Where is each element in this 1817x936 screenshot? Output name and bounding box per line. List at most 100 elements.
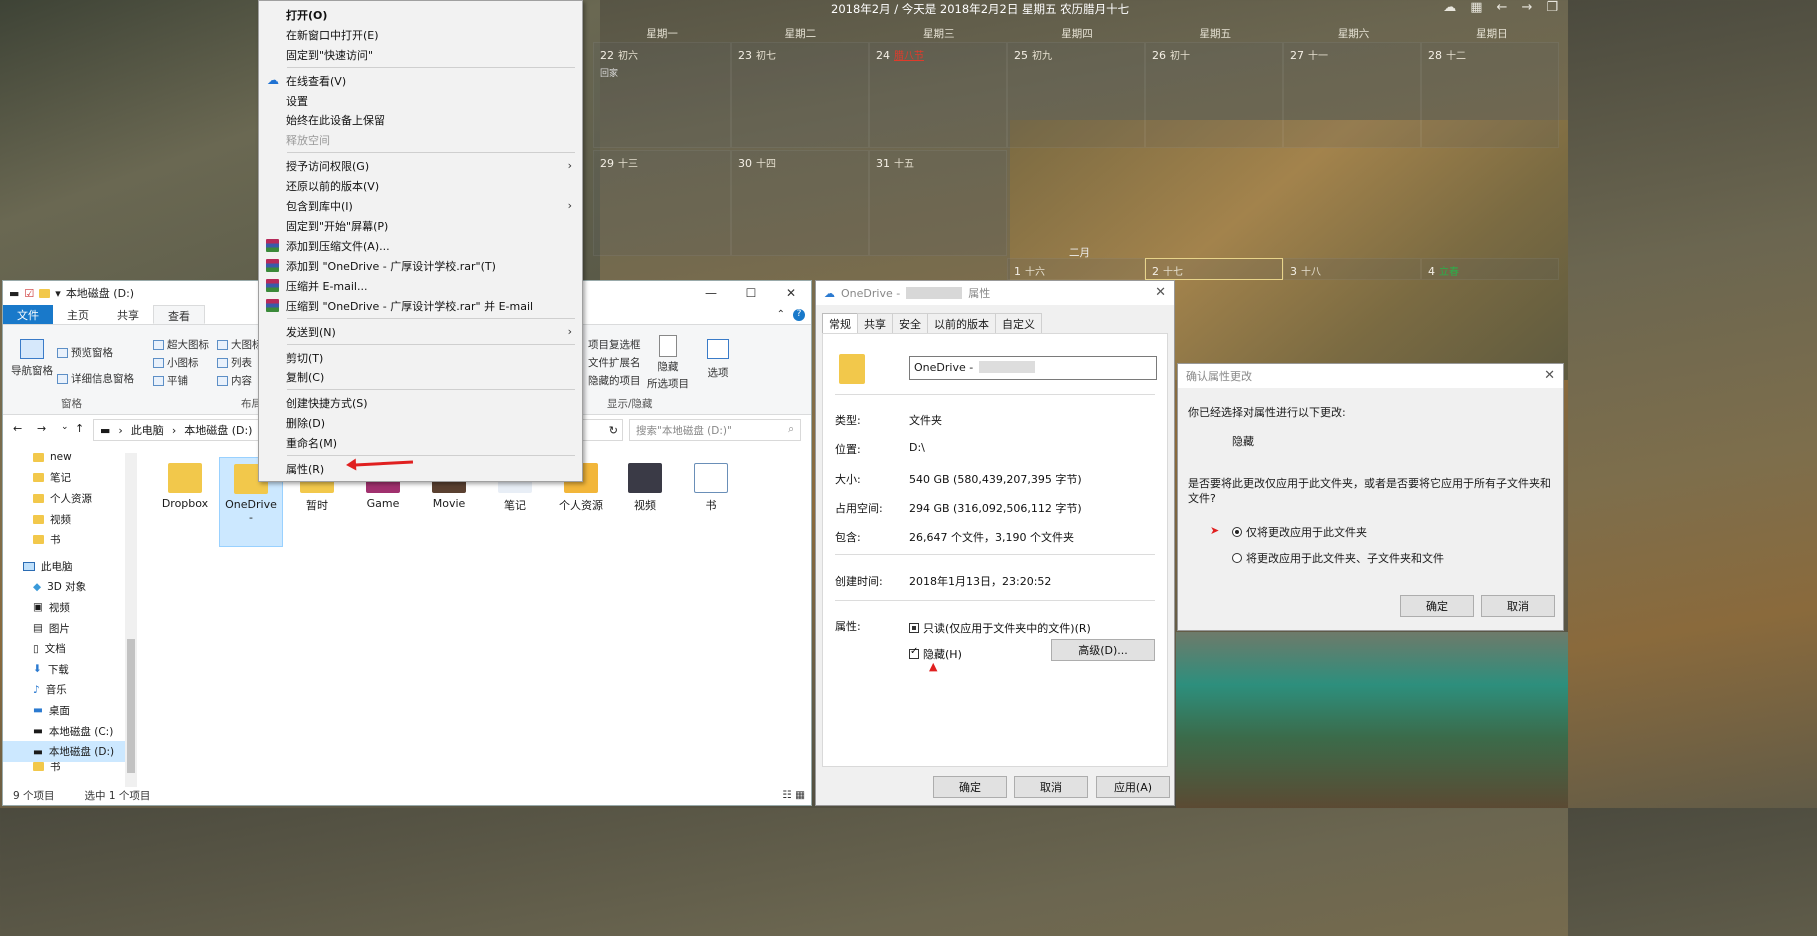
search-input[interactable]: 搜索"本地磁盘 (D:)" ⌕ [629, 419, 801, 441]
nav-item[interactable]: ▬ 桌面 [3, 700, 137, 721]
calendar-day-cell[interactable]: 27 十一 [1283, 42, 1421, 148]
back-icon[interactable]: ← [13, 422, 22, 435]
nav-item-selected[interactable]: ▬ 本地磁盘 (D:) [3, 741, 137, 762]
tiles-button[interactable]: 平铺 [153, 373, 188, 388]
calendar-day-cell[interactable]: 26 初十 [1145, 42, 1283, 148]
menu-item-copy[interactable]: 复制(C) [286, 367, 324, 387]
menu-item-open-new-window[interactable]: 在新窗口中打开(E) [286, 25, 379, 45]
nav-item-partial[interactable]: 书 [3, 762, 137, 772]
advanced-button[interactable]: 高级(D)... [1051, 639, 1155, 661]
menu-item-create-shortcut[interactable]: 创建快捷方式(S) [286, 393, 368, 413]
item-checkboxes-option[interactable]: 项目复选框 [588, 337, 641, 352]
nav-item[interactable]: ♪ 音乐 [3, 680, 137, 701]
tab-home[interactable]: 主页 [53, 305, 103, 324]
menu-item-pin-quick-access[interactable]: 固定到"快速访问" [286, 45, 373, 65]
menu-item-keep-on-device[interactable]: 始终在此设备上保留 [286, 110, 385, 130]
maximize-button[interactable]: ☐ [731, 281, 771, 305]
large-icons-button[interactable]: 大图标 [217, 337, 263, 352]
customize-quick-access-icon[interactable]: ▾ [55, 287, 61, 300]
refresh-icon[interactable]: ↻ [609, 424, 622, 437]
hide-selected-button[interactable]: 隐藏 所选项目 [647, 335, 689, 391]
help-icon[interactable]: ? [793, 309, 805, 321]
apply-button[interactable]: 应用(A) [1096, 776, 1170, 798]
menu-item-pin-start[interactable]: 固定到"开始"屏幕(P) [286, 216, 388, 236]
calendar-day-cell[interactable]: 30 十四 [731, 150, 869, 256]
calendar-day-cell[interactable]: 4 立春 [1421, 258, 1559, 280]
preview-pane-button[interactable]: 预览窗格 [57, 345, 113, 360]
calendar-icon[interactable]: ▦ [1470, 0, 1482, 15]
readonly-checkbox[interactable]: 只读(仅应用于文件夹中的文件)(R) [909, 620, 1091, 636]
calendar-today-cell[interactable]: 2 十七 [1145, 258, 1283, 280]
menu-item-add-archive[interactable]: 添加到压缩文件(A)... [286, 236, 390, 256]
nav-item[interactable]: ▣ 视频 [3, 597, 137, 618]
menu-item-open[interactable]: 打开(O) [286, 5, 327, 25]
calendar-day-cell[interactable]: 28 十二 [1421, 42, 1559, 148]
back-arrow-icon[interactable]: ← [1497, 0, 1508, 15]
nav-folder[interactable]: 书 [3, 529, 137, 550]
calendar-day-cell[interactable]: 22 初六 回家 [593, 42, 731, 148]
xl-icons-button[interactable]: 超大图标 [153, 337, 209, 352]
ok-button[interactable]: 确定 [1400, 595, 1474, 617]
hidden-items-option[interactable]: 隐藏的项目 [588, 373, 641, 388]
menu-item-include-library[interactable]: 包含到库中(I) [286, 196, 353, 216]
folder-icon[interactable] [39, 288, 51, 298]
calendar-day-cell[interactable]: 24 腊八节 [869, 42, 1007, 148]
menu-item-grant-access[interactable]: 授予访问权限(G) [286, 156, 369, 176]
cancel-button[interactable]: 取消 [1481, 595, 1555, 617]
calendar-day-cell[interactable]: 23 初七 [731, 42, 869, 148]
close-icon[interactable]: ✕ [1155, 285, 1166, 300]
cancel-button[interactable]: 取消 [1014, 776, 1088, 798]
calendar-day-cell[interactable]: 1 十六 [1007, 258, 1145, 280]
nav-folder[interactable]: 视频 [3, 509, 137, 530]
nav-item[interactable]: ▤ 图片 [3, 618, 137, 639]
properties-quick-icon[interactable]: ☑ [24, 287, 34, 300]
nav-folder[interactable]: new [3, 447, 137, 468]
file-item[interactable]: 书 [679, 457, 743, 513]
breadcrumb-this-pc[interactable]: 此电脑 [131, 422, 164, 438]
menu-item-cut[interactable]: 剪切(T) [286, 348, 323, 368]
apply-all-radio[interactable]: 将更改应用于此文件夹、子文件夹和文件 [1232, 550, 1444, 566]
forward-icon[interactable]: → [37, 422, 46, 435]
options-button[interactable]: 选项 [707, 339, 729, 380]
nav-folder[interactable]: 笔记 [3, 468, 137, 489]
scrollbar-thumb[interactable] [127, 639, 135, 773]
forward-arrow-icon[interactable]: → [1521, 0, 1532, 15]
recent-locations-icon[interactable]: ⌄ [61, 422, 69, 432]
view-toggle-icons[interactable]: ☷ ▦ [782, 789, 811, 801]
list-button[interactable]: 列表 [217, 355, 252, 370]
breadcrumb-chevron-icon[interactable]: › [172, 424, 176, 437]
file-item[interactable]: 视频 [613, 457, 677, 513]
calendar-day-cell[interactable]: 3 十八 [1283, 258, 1421, 280]
nav-scrollbar[interactable] [125, 453, 137, 787]
close-button[interactable]: ✕ [771, 281, 811, 305]
window-icon[interactable]: ❐ [1546, 0, 1558, 15]
file-ext-option[interactable]: 文件扩展名 [588, 355, 641, 370]
close-icon[interactable]: ✕ [1544, 368, 1555, 383]
menu-item-settings[interactable]: 设置 [286, 91, 308, 111]
tab-customize[interactable]: 自定义 [995, 313, 1042, 334]
cloud-icon[interactable]: ☁ [1443, 0, 1456, 15]
calendar-day-cell[interactable]: 31 十五 [869, 150, 1007, 256]
ribbon-collapse-icon[interactable]: ⌃ [777, 309, 785, 320]
tab-file[interactable]: 文件 [3, 305, 53, 324]
nav-pane-button[interactable]: 导航窗格 [11, 339, 53, 378]
nav-item[interactable]: ▬ 本地磁盘 (C:) [3, 721, 137, 742]
details-pane-button[interactable]: 详细信息窗格 [57, 371, 134, 386]
calendar-day-cell[interactable]: 29 十三 [593, 150, 731, 256]
tab-security[interactable]: 安全 [892, 313, 928, 334]
nav-folder[interactable]: 个人资源 [3, 488, 137, 509]
nav-item[interactable]: ⬇ 下载 [3, 659, 137, 680]
up-icon[interactable]: ↑ [75, 422, 84, 435]
folder-name-field[interactable]: OneDrive - [909, 356, 1157, 380]
file-item[interactable]: Dropbox [153, 457, 217, 510]
small-icons-button[interactable]: 小图标 [153, 355, 199, 370]
calendar-day-cell[interactable]: 25 初九 [1007, 42, 1145, 148]
menu-item-compress-rar-email[interactable]: 压缩到 "OneDrive - 广厚设计学校.rar" 并 E-mail [286, 296, 533, 316]
tab-general[interactable]: 常规 [822, 313, 858, 334]
tab-view[interactable]: 查看 [153, 305, 205, 324]
breadcrumb-drive[interactable]: 本地磁盘 (D:) [184, 422, 252, 438]
nav-this-pc[interactable]: 此电脑 [3, 556, 137, 577]
menu-item-rename[interactable]: 重命名(M) [286, 433, 337, 453]
tab-previous-versions[interactable]: 以前的版本 [927, 313, 996, 334]
breadcrumb-chevron-icon[interactable]: › [118, 424, 122, 437]
